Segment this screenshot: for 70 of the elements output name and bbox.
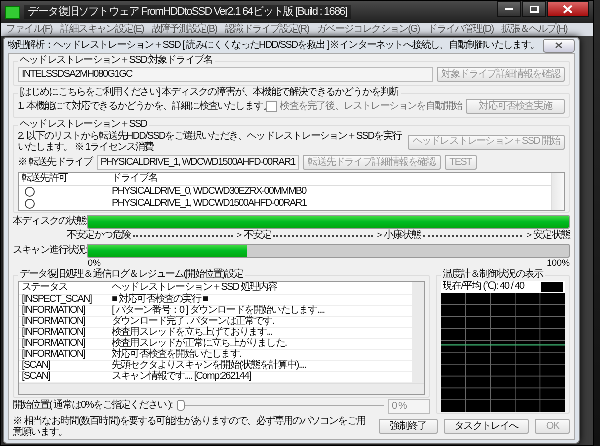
percent-label: 0% (88, 259, 102, 268)
temperature-reading: 現在/平均 (℃): 40 / 40 (443, 281, 524, 293)
start-position-slider[interactable] (176, 400, 384, 412)
slider-thumb[interactable] (176, 400, 185, 411)
table-cell: ■ 対応可否検査の実行 ■ (112, 295, 208, 305)
minimize-icon (505, 8, 513, 10)
table-cell-text: [INFORMATION] (22, 350, 86, 360)
maximize-button[interactable] (522, 1, 546, 17)
dialog-title: 物理解析：ヘッドレストレーション＋SSD [ 読みにくくなったHDD/SSDを救出 ] ※ インターネットへ接続し、自動制御いたします。 (8, 40, 540, 52)
menu-item[interactable]: ファイル(F) (6, 24, 52, 36)
table-cell: 対応可否検査を開始いたします. (112, 350, 242, 360)
maximize-icon (530, 6, 538, 12)
minimize-button[interactable] (497, 1, 521, 17)
scale-label: ＞安定状態 (524, 230, 570, 242)
radio-button[interactable] (25, 199, 35, 209)
column-header: ドライブ名 (112, 173, 158, 185)
column-header: ヘッドレストレーション＋SSD 処理内容 (112, 283, 278, 293)
scrollbar[interactable] (412, 282, 424, 383)
table-cell: 検査用スレッドが正常に立ち上がりました. (112, 339, 287, 349)
group-legend: データ復旧処理＆通信ログ＆レジューム(開始位置)設定 (18, 269, 246, 281)
table-cell: PHYSICALDRIVE_0, WDCWD30EZRX-00MMMB0 (112, 186, 306, 198)
warning-note: ※ 相当なお時間(数百時間)を要する可能性がありますので、必ず専用のパソコンをご用意願います。 (13, 416, 367, 438)
scale-label: ＞小康状態 (375, 230, 421, 242)
dialog-button[interactable]: タスクトレイへ (444, 419, 530, 434)
menu-item[interactable]: 詳細スキャン設定(E) (60, 24, 144, 36)
close-button[interactable] (547, 1, 589, 17)
group-legend: [はじめにこちらをご利用ください] 本ディスクの障害が、本機能で解決できるかどうかを判断 (18, 87, 401, 99)
table-cell-text: [SCAN] (22, 361, 51, 371)
menu-item[interactable]: 拡張＆ヘルプ(H) (502, 24, 568, 36)
instruction-text: 2. 以下のリストから転送先HDD/SSDをご選択いただき、ヘッドレストレーション＋SSDを実行いたします。 ※ 1ライセンス消費 (18, 131, 403, 153)
menu-item[interactable]: 故障予測設定(B) (152, 24, 218, 36)
table-cell-text: [SCAN] (22, 372, 51, 382)
destination-field[interactable]: PHYSICALDRIVE_1, WDCWD1500AHFD-00RAR1 (96, 155, 300, 170)
percent-label: 100% (546, 259, 570, 268)
close-button[interactable] (543, 38, 575, 52)
table-cell-text: [INFORMATION] (22, 339, 86, 349)
table-cell-text: [INFORMATION] (22, 306, 86, 316)
scale-label: 不安定かつ危険 (67, 230, 131, 242)
close-icon (555, 42, 563, 49)
start-position-label: 開始位置( 通常は0%をご指定ください ): (13, 400, 173, 412)
start-position-field[interactable]: 0 % (388, 398, 430, 414)
group-legend: ヘッドレストレーション＋SSD:対象ドライブ名 (18, 55, 215, 67)
table-cell-text: [INFORMATION] (22, 328, 86, 338)
scale-label: ＞不安定 (234, 230, 272, 242)
destination-label: ※ 転送先ドライブ (18, 156, 93, 168)
scrollbar[interactable] (19, 383, 424, 394)
table-cell-text: [INSPECT_SCAN] (22, 295, 93, 305)
column-header: 転送先許可 (22, 173, 70, 185)
table-cell: [ パターン番号：0 ] ダウンロードを開始いたします.... (112, 306, 325, 316)
menu-item[interactable]: ドライバ管理(D) (428, 24, 494, 36)
group-legend: 温度計＆制御状況の表示 (441, 269, 546, 281)
menu-item[interactable]: 認識ドライブ設定(R) (225, 24, 310, 36)
table-cell: 先頭セクタよりスキャンを開始(状態を計算中).... (112, 361, 306, 371)
dialog-button[interactable]: 強制終了 (379, 419, 438, 434)
group-legend: ヘッドレストレーション＋SSD (18, 119, 150, 131)
scrollbar[interactable] (551, 173, 564, 210)
drive-name-field[interactable]: INTELSSDSA2MH080G1GC (18, 67, 433, 82)
table-cell: 検査用スレッドを立ち上げております... (112, 328, 272, 338)
close-icon (563, 4, 573, 14)
app-icon (5, 6, 20, 18)
table-cell: ダウンロード完了 . パターンは正常です. (112, 317, 274, 327)
window-title: データ復旧ソフトウェア FromHDDtoSSD Ver2.1 64ビット版 [Build : 1686] (24, 5, 352, 19)
radio-button[interactable] (25, 187, 35, 197)
status-swatch (541, 282, 563, 292)
menu-item[interactable]: ガベージコレクション(G) (317, 24, 420, 36)
table-cell-text: [INFORMATION] (22, 317, 86, 327)
column-header: ステータス (22, 283, 69, 293)
table-cell: スキャン情報です.... [Comp:262144] (112, 372, 251, 382)
table-cell: PHYSICALDRIVE_1, WDCWD1500AHFD-00RAR1 (112, 198, 307, 210)
auto-start-checkbox[interactable]: 検査を完了後、レストレーションを自動開始 (266, 100, 462, 112)
